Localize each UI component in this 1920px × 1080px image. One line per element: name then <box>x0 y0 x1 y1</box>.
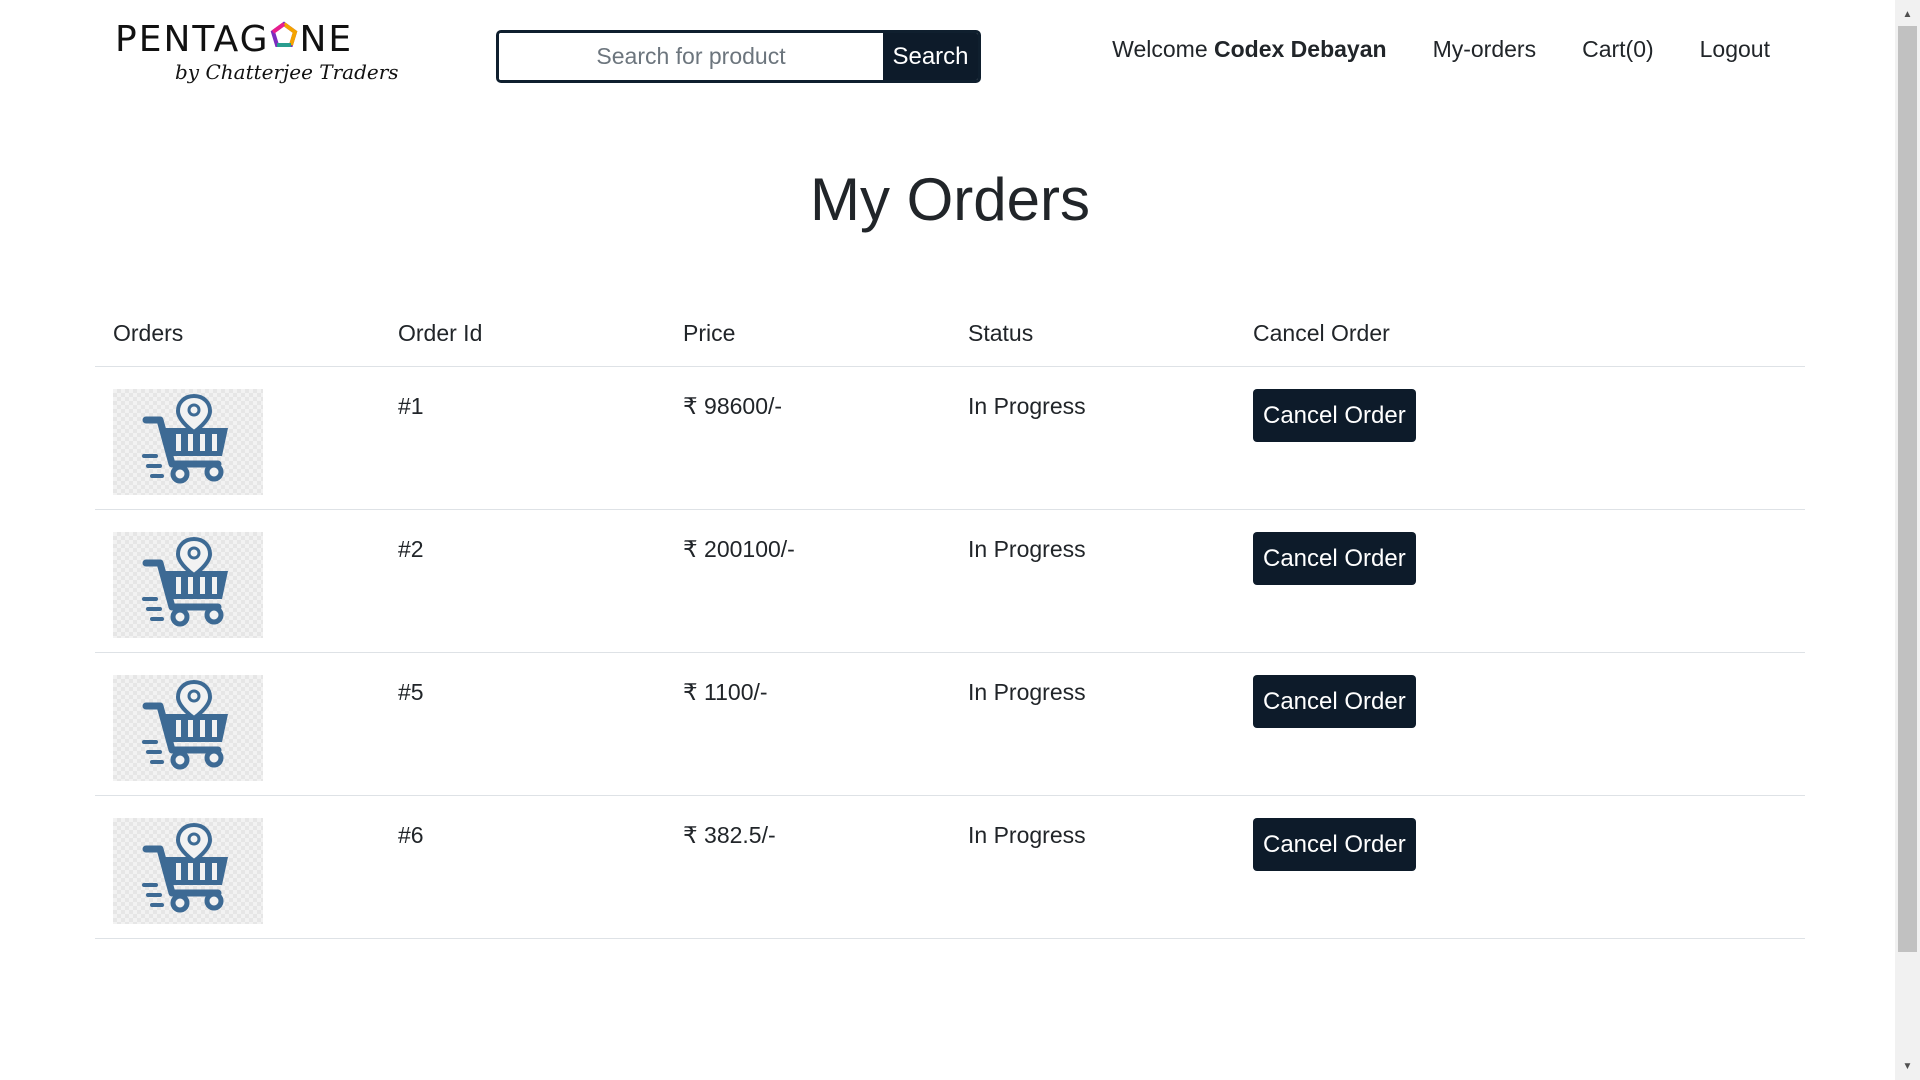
search-form: Search <box>496 30 981 83</box>
order-id-cell: #5 <box>380 652 665 796</box>
order-image-cell <box>95 366 380 510</box>
top-nav: Welcome Codex Debayan My-orders Cart(0) … <box>1066 36 1770 63</box>
status-cell: In Progress <box>950 509 1235 653</box>
logo-tagline: by Chatterjee Traders <box>175 60 399 84</box>
cancel-order-button[interactable]: Cancel Order <box>1253 389 1416 442</box>
table-row: #1 ₹ 98600/- In Progress Cancel Order <box>95 366 1805 510</box>
status-cell: In Progress <box>950 795 1235 939</box>
welcome-text: Welcome Codex Debayan <box>1112 36 1386 63</box>
nav-my-orders-link[interactable]: My-orders <box>1433 36 1537 63</box>
scroll-up-arrow-icon[interactable]: ▲ <box>1895 4 1920 24</box>
price-cell: ₹ 1100/- <box>665 652 950 796</box>
order-id-text: #1 <box>398 393 424 419</box>
status-cell: In Progress <box>950 366 1235 510</box>
cancel-order-cell: Cancel Order <box>1235 366 1805 510</box>
table-row: #2 ₹ 200100/- In Progress Cancel Order <box>95 509 1805 653</box>
order-id-cell: #6 <box>380 795 665 939</box>
order-id-cell: #1 <box>380 366 665 510</box>
page-title: My Orders <box>809 166 1091 233</box>
cancel-order-button[interactable]: Cancel Order <box>1253 675 1416 728</box>
brand-logo[interactable]: PENTAG NE by Chatterjee Traders <box>115 20 415 92</box>
table-row: #6 ₹ 382.5/- In Progress Cancel Order <box>95 795 1805 939</box>
search-input[interactable] <box>499 33 883 80</box>
status-text: In Progress <box>968 679 1086 705</box>
price-cell: ₹ 382.5/- <box>665 795 950 939</box>
cancel-order-cell: Cancel Order <box>1235 509 1805 653</box>
status-text: In Progress <box>968 536 1086 562</box>
order-image-cell <box>95 795 380 939</box>
table-header-row: Orders Order Id Price Status Cancel Orde… <box>95 300 1805 367</box>
price-text: ₹ 98600/- <box>683 393 783 419</box>
column-header-orders: Orders <box>95 300 380 367</box>
cancel-order-cell: Cancel Order <box>1235 652 1805 796</box>
price-cell: ₹ 98600/- <box>665 366 950 510</box>
status-cell: In Progress <box>950 652 1235 796</box>
cancel-order-cell: Cancel Order <box>1235 795 1805 939</box>
shopping-cart-icon <box>113 532 263 638</box>
column-header-order-id: Order Id <box>380 300 665 367</box>
scroll-down-arrow-icon[interactable]: ▼ <box>1895 1056 1920 1076</box>
user-name: Codex Debayan <box>1214 36 1387 62</box>
nav-logout-link[interactable]: Logout <box>1700 36 1770 63</box>
shopping-cart-icon <box>113 818 263 924</box>
search-button[interactable]: Search <box>883 33 978 80</box>
logo-wordmark: PENTAG NE <box>115 18 354 60</box>
status-text: In Progress <box>968 822 1086 848</box>
order-id-cell: #2 <box>380 509 665 653</box>
price-text: ₹ 1100/- <box>683 679 768 705</box>
order-id-text: #6 <box>398 822 424 848</box>
cancel-order-button[interactable]: Cancel Order <box>1253 818 1416 871</box>
order-id-text: #5 <box>398 679 424 705</box>
pentagon-logo-icon <box>270 18 298 58</box>
order-image-cell <box>95 652 380 796</box>
price-text: ₹ 200100/- <box>683 536 795 562</box>
cancel-order-button[interactable]: Cancel Order <box>1253 532 1416 585</box>
orders-table: Orders Order Id Price Status Cancel Orde… <box>95 300 1805 939</box>
price-cell: ₹ 200100/- <box>665 509 950 653</box>
shopping-cart-icon <box>113 675 263 781</box>
price-text: ₹ 382.5/- <box>683 822 776 848</box>
order-id-text: #2 <box>398 536 424 562</box>
order-image-cell <box>95 509 380 653</box>
table-row: #5 ₹ 1100/- In Progress Cancel Order <box>95 652 1805 796</box>
column-header-price: Price <box>665 300 950 367</box>
column-header-status: Status <box>950 300 1235 367</box>
shopping-cart-icon <box>113 389 263 495</box>
scrollbar-thumb[interactable] <box>1898 26 1917 952</box>
vertical-scrollbar[interactable]: ▲ ▼ <box>1895 0 1920 1080</box>
status-text: In Progress <box>968 393 1086 419</box>
column-header-cancel-order: Cancel Order <box>1235 300 1805 367</box>
nav-cart-link[interactable]: Cart(0) <box>1582 36 1654 63</box>
welcome-prefix: Welcome <box>1112 36 1214 62</box>
